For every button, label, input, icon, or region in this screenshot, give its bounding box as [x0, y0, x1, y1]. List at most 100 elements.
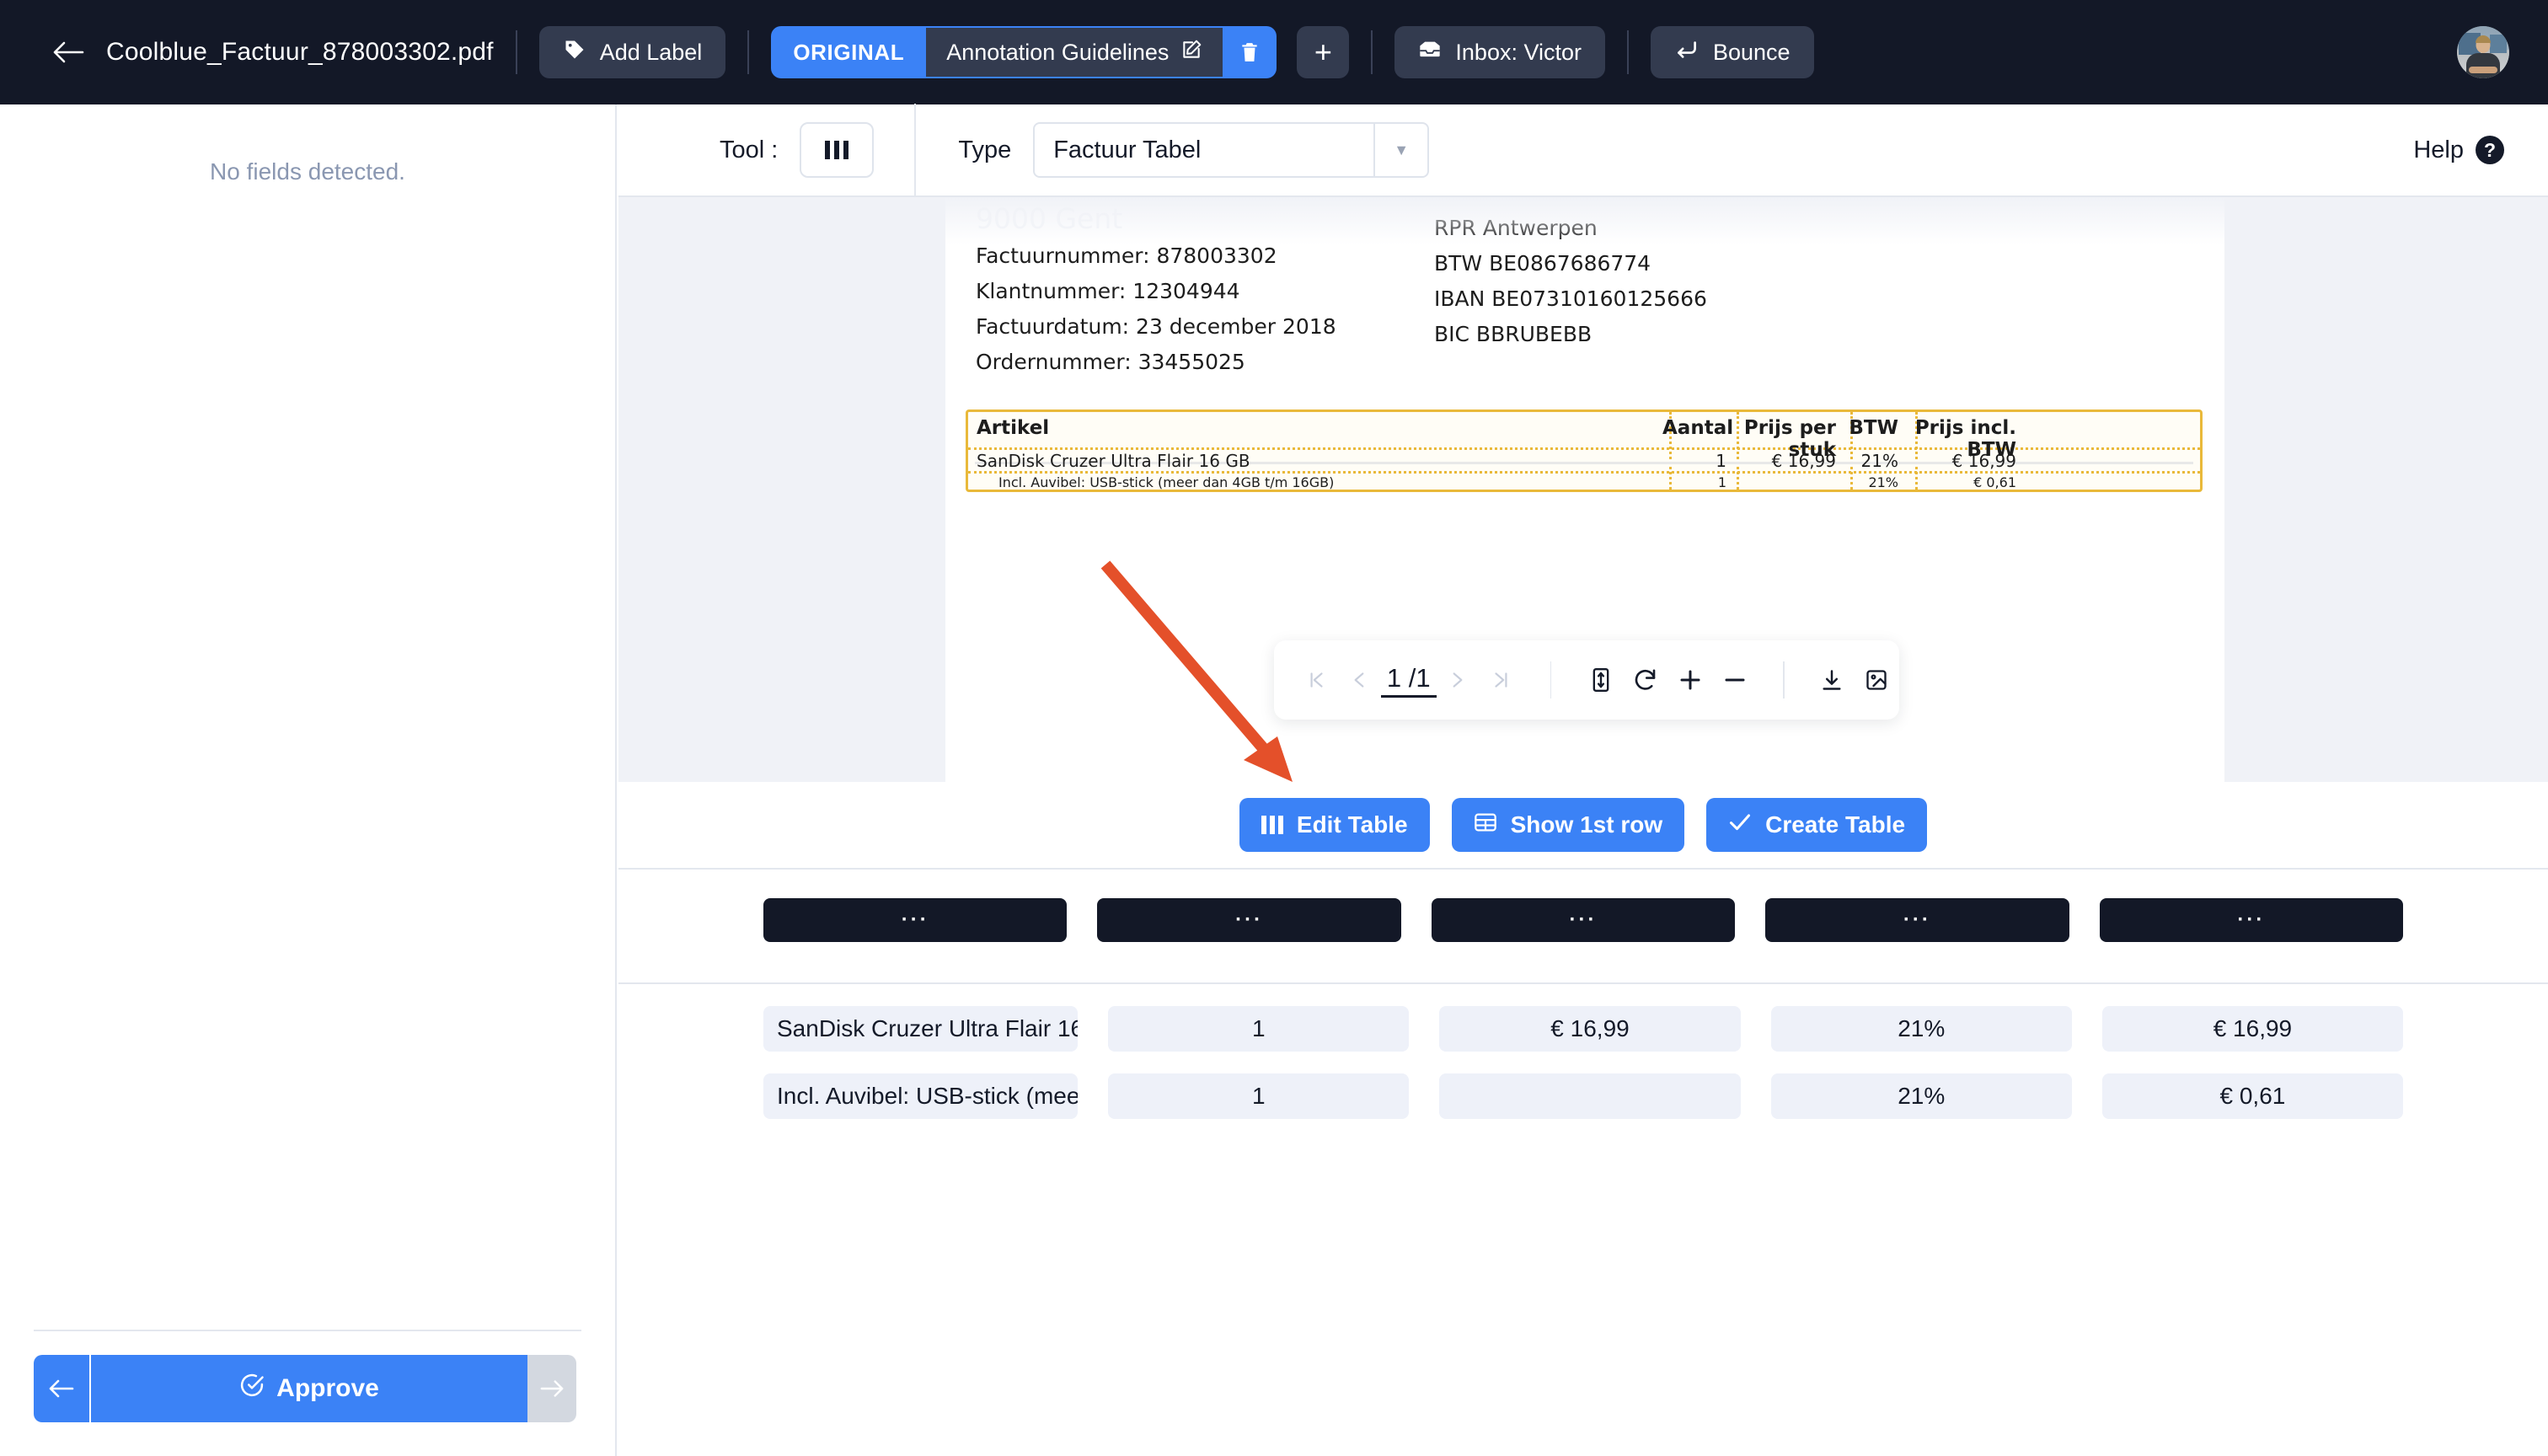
- approve-button[interactable]: Approve: [91, 1355, 527, 1422]
- column-header-menu[interactable]: ···: [1765, 898, 2069, 942]
- tab-annotation-guidelines[interactable]: Annotation Guidelines: [926, 26, 1223, 78]
- fields-sidebar: No fields detected. Approve: [0, 104, 617, 1456]
- download-icon[interactable]: [1810, 667, 1855, 693]
- edit-table-button[interactable]: Edit Table: [1239, 798, 1430, 852]
- chevron-down-icon[interactable]: ▼: [1373, 124, 1427, 176]
- add-guideline-button[interactable]: +: [1297, 26, 1349, 78]
- chevron-left-icon[interactable]: [1337, 667, 1380, 693]
- add-label-text: Add Label: [600, 40, 703, 66]
- question-circle-icon: ?: [2476, 136, 2504, 164]
- page-number-input[interactable]: 1 /1: [1381, 663, 1437, 698]
- cell-total[interactable]: € 16,99: [2102, 1006, 2403, 1052]
- column-header-menu[interactable]: ···: [2100, 898, 2403, 942]
- tab-original[interactable]: ORIGINAL: [771, 26, 926, 78]
- next-document-button[interactable]: [527, 1355, 576, 1422]
- grid-divider: [618, 982, 2548, 984]
- table-editor-panel: Edit Table Show 1st row Create Table ···…: [618, 782, 2548, 1456]
- delete-guidelines-button[interactable]: [1223, 26, 1277, 78]
- table-action-bar: Edit Table Show 1st row Create Table: [618, 782, 2548, 870]
- zoom-out-minus-icon[interactable]: [1713, 667, 1758, 693]
- invoice-field: Factuurdatum: 23 december 2018: [976, 314, 1336, 339]
- type-label: Type: [958, 136, 1011, 164]
- help-label: Help: [2413, 136, 2464, 164]
- column-header-menu[interactable]: ···: [1097, 898, 1400, 942]
- top-navigation-bar: Coolblue_Factuur_878003302.pdf Add Label…: [0, 0, 2548, 104]
- fit-height-icon[interactable]: [1578, 666, 1623, 693]
- cell-article[interactable]: SanDisk Cruzer Ultra Flair 16 GB: [763, 1006, 1078, 1052]
- guidelines-segmented-control: ORIGINAL Annotation Guidelines: [771, 26, 1277, 78]
- columns-icon: [825, 141, 848, 159]
- annotation-toolbar: Tool : Type Factuur Tabel ▼ Help ?: [618, 104, 2548, 197]
- image-icon[interactable]: [1855, 667, 1899, 693]
- table-row: SanDisk Cruzer Ultra Flair 16 GB 1 € 16,…: [968, 451, 2200, 471]
- divider: [1371, 30, 1373, 74]
- annotation-guidelines-label: Annotation Guidelines: [946, 40, 1169, 66]
- show-first-row-label: Show 1st row: [1511, 811, 1662, 838]
- sidebar-divider: [34, 1330, 581, 1331]
- cell: 21%: [1836, 474, 1898, 490]
- columns-icon: [1261, 816, 1283, 834]
- rotate-cw-icon[interactable]: [1623, 666, 1667, 693]
- invoice-meta-left: Factuurnummer: 878003302 Klantnummer: 12…: [976, 244, 1336, 385]
- cell-vat[interactable]: 21%: [1771, 1073, 2072, 1119]
- cell: € 16,99: [1898, 451, 2016, 471]
- cell: 1: [1662, 451, 1726, 471]
- check-icon: [1728, 811, 1752, 839]
- type-select-value: Factuur Tabel: [1035, 136, 1373, 164]
- bounce-label: Bounce: [1713, 40, 1791, 66]
- back-arrow-icon[interactable]: [39, 40, 98, 64]
- columns-tool-button[interactable]: [800, 122, 874, 178]
- zoom-in-plus-icon[interactable]: [1668, 667, 1713, 693]
- cell: € 0,61: [1898, 474, 2016, 490]
- detected-table-highlight[interactable]: Artikel Aantal Prijs per stuk BTW Prijs …: [966, 410, 2203, 492]
- invoice-meta-right: RPR Antwerpen BTW BE0867686774 IBAN BE07…: [1434, 216, 1707, 357]
- extracted-table-grid: ··· ··· ··· ··· ··· SanDisk Cruzer Ultra…: [618, 870, 2548, 1119]
- cell: Incl. Auvibel: USB-stick (meer dan 4GB t…: [968, 474, 1662, 490]
- cell-vat[interactable]: 21%: [1771, 1006, 2072, 1052]
- cell: 21%: [1836, 451, 1898, 471]
- tool-label: Tool :: [720, 136, 778, 164]
- tag-icon: [563, 38, 586, 67]
- table-row: Incl. Auvibel: USB-stick (meer dan 4GB t…: [968, 474, 2200, 490]
- add-label-button[interactable]: Add Label: [539, 26, 726, 78]
- bounce-button[interactable]: Bounce: [1651, 26, 1814, 78]
- cell-quantity[interactable]: 1: [1108, 1073, 1409, 1119]
- chevron-first-icon[interactable]: [1294, 667, 1337, 693]
- type-select[interactable]: Factuur Tabel ▼: [1033, 122, 1429, 178]
- divider: [747, 30, 749, 74]
- chevron-last-icon[interactable]: [1480, 667, 1523, 693]
- edit-table-label: Edit Table: [1297, 811, 1408, 838]
- approve-label: Approve: [276, 1374, 379, 1403]
- pencil-square-icon[interactable]: [1180, 39, 1202, 67]
- cell-unit-price[interactable]: € 16,99: [1439, 1006, 1740, 1052]
- table-row: SanDisk Cruzer Ultra Flair 16 GB 1 € 16,…: [618, 1006, 2548, 1052]
- inbox-button[interactable]: Inbox: Victor: [1394, 26, 1605, 78]
- cell-article[interactable]: Incl. Auvibel: USB-stick (meer dan 4GB t…: [763, 1073, 1078, 1119]
- invoice-field: Factuurnummer: 878003302: [976, 244, 1336, 268]
- column-header-menu[interactable]: ···: [763, 898, 1067, 942]
- create-table-button[interactable]: Create Table: [1706, 798, 1927, 852]
- divider: [1627, 30, 1629, 74]
- inbox-icon: [1418, 40, 1442, 66]
- cell-total[interactable]: € 0,61: [2102, 1073, 2403, 1119]
- cell-quantity[interactable]: 1: [1108, 1006, 1409, 1052]
- cell-unit-price[interactable]: [1439, 1073, 1740, 1119]
- document-title: Coolblue_Factuur_878003302.pdf: [106, 38, 494, 67]
- cell: [1726, 474, 1836, 490]
- pdf-controls-bar: 1 /1: [1274, 640, 1899, 720]
- show-first-row-button[interactable]: Show 1st row: [1452, 798, 1684, 852]
- chevron-right-icon[interactable]: [1437, 667, 1480, 693]
- column-header-menu[interactable]: ···: [1432, 898, 1735, 942]
- grid-header-row: ··· ··· ··· ··· ···: [618, 898, 2548, 942]
- previous-document-button[interactable]: [34, 1355, 91, 1422]
- invoice-field: BTW BE0867686774: [1434, 251, 1707, 276]
- avatar[interactable]: [2457, 26, 2509, 78]
- cell: SanDisk Cruzer Ultra Flair 16 GB: [968, 451, 1662, 471]
- invoice-field: IBAN BE07310160125666: [1434, 286, 1707, 311]
- divider: [1550, 661, 1552, 699]
- cell: € 16,99: [1726, 451, 1836, 471]
- table-row: Incl. Auvibel: USB-stick (meer dan 4GB t…: [618, 1073, 2548, 1119]
- invoice-field: RPR Antwerpen: [1434, 216, 1707, 240]
- help-button[interactable]: Help ?: [2413, 136, 2504, 164]
- no-fields-message: No fields detected.: [0, 158, 615, 185]
